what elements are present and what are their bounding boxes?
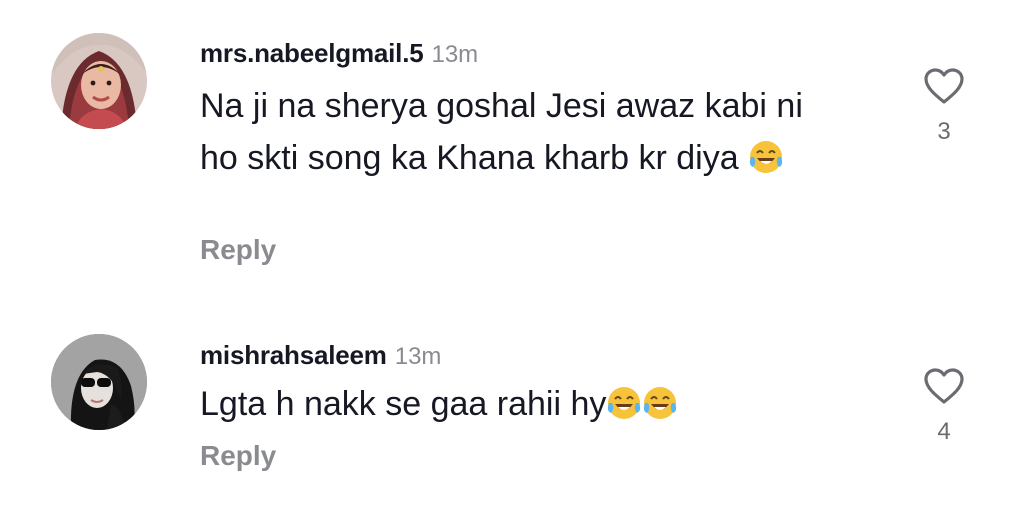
comment-text: Lgta h nakk se gaa rahii hy [200,378,840,430]
comment-text: Na ji na sherya goshal Jesi awaz kabi ni… [200,80,840,184]
comment-item: mishrahsaleem 13m Lgta h nakk se gaa rahi… [0,300,1024,513]
like-button[interactable]: 3 [918,66,970,146]
reply-button[interactable]: Reply [200,440,276,472]
reply-button[interactable]: Reply [200,234,276,266]
avatar[interactable] [51,334,147,430]
comment-time: 13m [394,343,442,370]
comment-meta: mishrahsaleem 13m [200,340,441,371]
like-count: 3 [937,118,951,145]
comment-item: mrs.nabeelgmail.5 13m Na ji na sherya gos… [0,0,1024,290]
comment-meta: mrs.nabeelgmail.5 13m [200,38,478,69]
heart-icon[interactable] [922,366,966,406]
face-with-tears-of-joy-icon [749,141,783,173]
avatar[interactable] [51,33,147,129]
face-with-tears-of-joy-icon [608,387,641,419]
like-button[interactable]: 4 [918,366,970,446]
comment-body: Lgta h nakk se gaa rahii hy [200,385,607,423]
username[interactable]: mishrahsaleem [200,340,387,370]
comment-body: Na ji na sherya goshal Jesi awaz kabi ni… [200,87,803,177]
like-count: 4 [937,418,951,445]
username[interactable]: mrs.nabeelgmail.5 [200,38,424,68]
heart-icon[interactable] [922,66,966,106]
face-with-tears-of-joy-icon [644,387,677,419]
comment-time: 13m [431,41,479,68]
